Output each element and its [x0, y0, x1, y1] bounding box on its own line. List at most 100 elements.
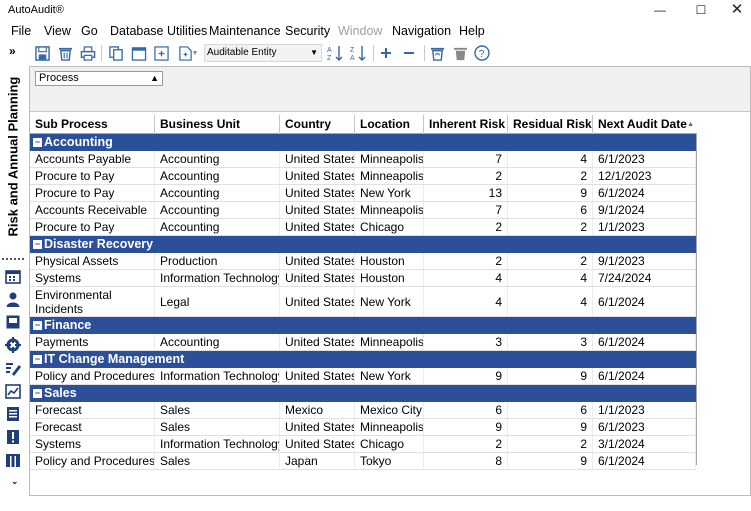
- cell-sub-process[interactable]: Accounts Payable: [30, 151, 155, 167]
- cell-inherent-risk[interactable]: 2: [424, 168, 508, 184]
- cell-residual-risk[interactable]: 6: [508, 402, 593, 418]
- cell-inherent-risk[interactable]: 7: [424, 151, 508, 167]
- cell-residual-risk[interactable]: 2: [508, 253, 593, 269]
- cell-residual-risk[interactable]: 4: [508, 287, 593, 316]
- cell-sub-process[interactable]: Procure to Pay: [30, 185, 155, 201]
- column-header-sub-process[interactable]: Sub Process: [30, 115, 155, 134]
- collapse-group-icon[interactable]: −: [33, 355, 42, 364]
- cell-country[interactable]: United States: [280, 185, 355, 201]
- export-icon[interactable]: [151, 43, 171, 63]
- group-row[interactable]: − Accounting: [30, 134, 696, 151]
- cell-location[interactable]: Minneapolis: [355, 334, 424, 350]
- auditable-entity-select[interactable]: Auditable Entity ▼: [204, 44, 322, 62]
- table-row[interactable]: Payments Accounting United States Minneapol…: [30, 334, 696, 351]
- menu-help[interactable]: Help: [459, 24, 485, 38]
- save-icon[interactable]: [32, 43, 52, 63]
- cell-next-audit-date[interactable]: 1/1/2023: [593, 402, 696, 418]
- cell-residual-risk[interactable]: 2: [508, 436, 593, 452]
- copy-icon[interactable]: [106, 43, 126, 63]
- cell-country[interactable]: United States: [280, 287, 355, 316]
- menu-security[interactable]: Security: [285, 24, 330, 38]
- table-row[interactable]: Policy and Procedures Sales Japan Tokyo 8 9 6/…: [30, 453, 696, 470]
- table-row[interactable]: Forecast Sales United States Minneapolis 9 9 6…: [30, 419, 696, 436]
- trash-icon[interactable]: [450, 43, 470, 63]
- cell-location[interactable]: Minneapolis: [355, 202, 424, 218]
- cell-business-unit[interactable]: Information Technology: [155, 270, 280, 286]
- cell-next-audit-date[interactable]: 3/1/2024: [593, 436, 696, 452]
- delete-icon[interactable]: [55, 43, 75, 63]
- collapse-group-icon[interactable]: −: [33, 138, 42, 147]
- cell-inherent-risk[interactable]: 3: [424, 334, 508, 350]
- rail-more-chevron-icon[interactable]: ⌄: [11, 476, 19, 487]
- cell-country[interactable]: United States: [280, 334, 355, 350]
- cell-business-unit[interactable]: Accounting: [155, 202, 280, 218]
- cell-sub-process[interactable]: Payments: [30, 334, 155, 350]
- cell-inherent-risk[interactable]: 7: [424, 202, 508, 218]
- cell-country[interactable]: Japan: [280, 453, 355, 469]
- column-header-location[interactable]: Location: [355, 115, 424, 134]
- cell-location[interactable]: New York: [355, 185, 424, 201]
- group-row[interactable]: − Sales: [30, 385, 696, 402]
- cell-country[interactable]: United States: [280, 419, 355, 435]
- column-header-inherent-risk[interactable]: Inherent Risk: [424, 115, 508, 134]
- cell-location[interactable]: Mexico City: [355, 402, 424, 418]
- cell-inherent-risk[interactable]: 8: [424, 453, 508, 469]
- cell-sub-process[interactable]: Policy and Procedures: [30, 368, 155, 384]
- cell-residual-risk[interactable]: 4: [508, 151, 593, 167]
- person-icon[interactable]: [5, 291, 21, 307]
- alert-icon[interactable]: [5, 429, 21, 445]
- table-row[interactable]: Accounts Payable Accounting United States M…: [30, 151, 696, 168]
- cell-next-audit-date[interactable]: 6/1/2024: [593, 185, 696, 201]
- table-row[interactable]: Systems Information Technology United Stat…: [30, 270, 696, 287]
- cell-business-unit[interactable]: Production: [155, 253, 280, 269]
- cell-next-audit-date[interactable]: 12/1/2023: [593, 168, 696, 184]
- cell-inherent-risk[interactable]: 2: [424, 436, 508, 452]
- cell-next-audit-date[interactable]: 9/1/2023: [593, 253, 696, 269]
- cell-next-audit-date[interactable]: 9/1/2024: [593, 202, 696, 218]
- cell-residual-risk[interactable]: 4: [508, 270, 593, 286]
- cell-residual-risk[interactable]: 9: [508, 368, 593, 384]
- table-row[interactable]: Physical Assets Production United States Ho…: [30, 253, 696, 270]
- cell-business-unit[interactable]: Accounting: [155, 151, 280, 167]
- cell-business-unit[interactable]: Information Technology: [155, 436, 280, 452]
- document-icon[interactable]: [5, 406, 21, 422]
- table-row[interactable]: Environmental Incidents Legal United State…: [30, 287, 696, 317]
- cell-next-audit-date[interactable]: 6/1/2024: [593, 287, 696, 316]
- print-icon[interactable]: [78, 43, 98, 63]
- cell-inherent-risk[interactable]: 9: [424, 368, 508, 384]
- cell-inherent-risk[interactable]: 4: [424, 287, 508, 316]
- cell-location[interactable]: Houston: [355, 253, 424, 269]
- cell-location[interactable]: New York: [355, 287, 424, 316]
- gear-icon[interactable]: [5, 337, 21, 353]
- cell-residual-risk[interactable]: 3: [508, 334, 593, 350]
- planner-icon[interactable]: [5, 383, 21, 399]
- cell-country[interactable]: United States: [280, 368, 355, 384]
- cell-location[interactable]: Minneapolis: [355, 151, 424, 167]
- cell-business-unit[interactable]: Accounting: [155, 168, 280, 184]
- cell-sub-process[interactable]: Physical Assets: [30, 253, 155, 269]
- cell-business-unit[interactable]: Sales: [155, 419, 280, 435]
- new-document-dropdown-icon[interactable]: ▼: [190, 43, 200, 63]
- calendar-icon[interactable]: [129, 43, 149, 63]
- cell-sub-process[interactable]: Policy and Procedures: [30, 453, 155, 469]
- cell-sub-process[interactable]: Forecast: [30, 419, 155, 435]
- cell-next-audit-date[interactable]: 1/1/2023: [593, 219, 696, 235]
- table-row[interactable]: Procure to Pay Accounting United States Chi…: [30, 219, 696, 236]
- cell-sub-process[interactable]: Systems: [30, 436, 155, 452]
- menu-view[interactable]: View: [44, 24, 71, 38]
- group-by-process-chip[interactable]: Process ▲: [35, 71, 163, 86]
- cell-inherent-risk[interactable]: 9: [424, 419, 508, 435]
- menu-go[interactable]: Go: [81, 24, 98, 38]
- cell-location[interactable]: Chicago: [355, 219, 424, 235]
- cell-residual-risk[interactable]: 9: [508, 185, 593, 201]
- cell-inherent-risk[interactable]: 2: [424, 219, 508, 235]
- cell-sub-process[interactable]: Procure to Pay: [30, 219, 155, 235]
- cell-business-unit[interactable]: Accounting: [155, 334, 280, 350]
- cell-country[interactable]: Mexico: [280, 402, 355, 418]
- collapse-group-icon[interactable]: −: [33, 240, 42, 249]
- collapse-group-icon[interactable]: −: [33, 321, 42, 330]
- cell-residual-risk[interactable]: 2: [508, 219, 593, 235]
- menu-navigation[interactable]: Navigation: [392, 24, 451, 38]
- cell-country[interactable]: United States: [280, 219, 355, 235]
- column-header-residual-risk[interactable]: Residual Risk: [508, 115, 593, 134]
